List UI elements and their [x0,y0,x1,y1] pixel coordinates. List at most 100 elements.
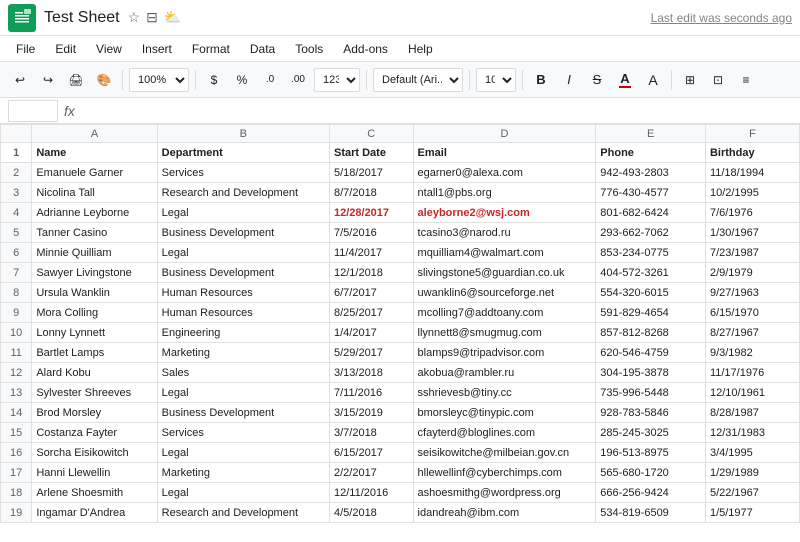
cell[interactable]: sshrievesb@tiny.cc [413,383,596,403]
cell[interactable]: Sorcha Eisikowitch [32,443,157,463]
cell[interactable]: 6/15/1970 [705,303,799,323]
folder-icon[interactable]: ⊟ [146,9,158,26]
cell[interactable]: Tanner Casino [32,223,157,243]
cell[interactable]: Legal [157,203,329,223]
underline-button[interactable]: A [613,68,637,92]
cell[interactable]: Research and Development [157,503,329,523]
cell[interactable]: Business Development [157,263,329,283]
cell[interactable]: seisikowitche@milbeian.gov.cn [413,443,596,463]
cell[interactable]: Marketing [157,463,329,483]
cell[interactable]: Human Resources [157,303,329,323]
fontsize-select[interactable]: 10 [476,68,516,92]
cell[interactable]: 942-493-2803 [596,163,706,183]
cell[interactable]: 1/5/1977 [705,503,799,523]
cell[interactable]: 12/28/2017 [329,203,413,223]
cell[interactable]: Sales [157,363,329,383]
menu-view[interactable]: View [88,40,130,58]
cell[interactable]: 285-245-3025 [596,423,706,443]
italic-button[interactable]: I [557,68,581,92]
cell[interactable]: 2/9/1979 [705,263,799,283]
cell[interactable]: Alard Kobu [32,363,157,383]
cell[interactable]: 1/4/2017 [329,323,413,343]
cell[interactable]: 4/5/2018 [329,503,413,523]
cell[interactable]: 3/7/2018 [329,423,413,443]
cell[interactable]: Minnie Quilliam [32,243,157,263]
cell[interactable]: Emanuele Garner [32,163,157,183]
cell[interactable]: 11/17/1976 [705,363,799,383]
cell[interactable]: 857-812-8268 [596,323,706,343]
cell[interactable]: Sawyer Livingstone [32,263,157,283]
cell[interactable]: 1/30/1967 [705,223,799,243]
cell[interactable]: 11/4/2017 [329,243,413,263]
cell[interactable]: Research and Development [157,183,329,203]
cell[interactable]: slivingstone5@guardian.co.uk [413,263,596,283]
cell[interactable]: blamps9@tripadvisor.com [413,343,596,363]
undo-button[interactable]: ↩ [8,68,32,92]
col-header-F[interactable]: F [705,125,799,143]
cell[interactable]: Legal [157,443,329,463]
cell[interactable]: 8/25/2017 [329,303,413,323]
cell[interactable]: 10/2/1995 [705,183,799,203]
cell[interactable]: ashoesmithg@wordpress.org [413,483,596,503]
cell[interactable]: 620-546-4759 [596,343,706,363]
cell[interactable]: 853-234-0775 [596,243,706,263]
cell[interactable]: 735-996-5448 [596,383,706,403]
cell[interactable]: bmorsleyc@tinypic.com [413,403,596,423]
format-select[interactable]: 123 [314,68,360,92]
align-button[interactable]: ≡ [734,68,758,92]
menu-edit[interactable]: Edit [47,40,84,58]
decimal-more-button[interactable]: .00 [286,68,310,92]
percent-button[interactable]: % [230,68,254,92]
cell[interactable]: 12/1/2018 [329,263,413,283]
cell[interactable]: 565-680-1720 [596,463,706,483]
text-color-button[interactable]: A [641,68,665,92]
header-cell[interactable]: Email [413,143,596,163]
decimal-less-button[interactable]: .0 [258,68,282,92]
menu-tools[interactable]: Tools [287,40,331,58]
cell[interactable]: 7/5/2016 [329,223,413,243]
cell[interactable]: 293-662-7062 [596,223,706,243]
cell[interactable]: 3/4/1995 [705,443,799,463]
cell-reference-input[interactable] [8,100,58,122]
cell[interactable]: 5/18/2017 [329,163,413,183]
cell[interactable]: 5/22/1967 [705,483,799,503]
cell[interactable]: 12/10/1961 [705,383,799,403]
cell[interactable]: llynnett8@smugmug.com [413,323,596,343]
cell[interactable]: Legal [157,383,329,403]
font-select[interactable]: Default (Ari... [373,68,463,92]
cell[interactable]: Bartlet Lamps [32,343,157,363]
menu-format[interactable]: Format [184,40,238,58]
col-header-B[interactable]: B [157,125,329,143]
cell[interactable]: 2/2/2017 [329,463,413,483]
star-icon[interactable]: ☆ [128,9,141,26]
cell[interactable]: 776-430-4577 [596,183,706,203]
cell[interactable]: 534-819-6509 [596,503,706,523]
cell[interactable]: 196-513-8975 [596,443,706,463]
cell[interactable]: 8/7/2018 [329,183,413,203]
cell[interactable]: 12/31/1983 [705,423,799,443]
cell[interactable]: 554-320-6015 [596,283,706,303]
cell[interactable]: Mora Colling [32,303,157,323]
cell[interactable]: hllewellinf@cyberchimps.com [413,463,596,483]
cell[interactable]: 404-572-3261 [596,263,706,283]
cell[interactable]: cfayterd@bloglines.com [413,423,596,443]
cell[interactable]: akobua@rambler.ru [413,363,596,383]
cell[interactable]: uwanklin6@sourceforge.net [413,283,596,303]
cell[interactable]: Nicolina Tall [32,183,157,203]
paint-format-button[interactable]: 🎨 [92,68,116,92]
cell[interactable]: Brod Morsley [32,403,157,423]
cell[interactable]: 7/23/1987 [705,243,799,263]
bold-button[interactable]: B [529,68,553,92]
col-header-E[interactable]: E [596,125,706,143]
cell[interactable]: Lonny Lynnett [32,323,157,343]
cell[interactable]: egarner0@alexa.com [413,163,596,183]
cell[interactable]: 7/6/1976 [705,203,799,223]
cell[interactable]: 8/27/1967 [705,323,799,343]
cell[interactable]: Sylvester Shreeves [32,383,157,403]
cell[interactable]: Business Development [157,403,329,423]
cell[interactable]: 11/18/1994 [705,163,799,183]
cell[interactable]: 12/11/2016 [329,483,413,503]
header-cell[interactable]: Start Date [329,143,413,163]
cell[interactable]: Ursula Wanklin [32,283,157,303]
currency-button[interactable]: $ [202,68,226,92]
